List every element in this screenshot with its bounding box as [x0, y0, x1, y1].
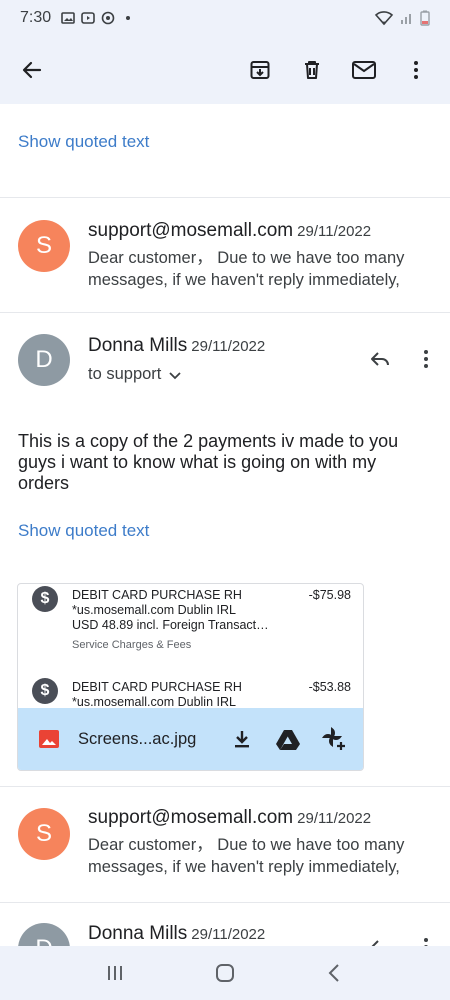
show-quoted-text-link[interactable]: Show quoted text — [18, 521, 149, 541]
message-snippet: Dear customer， Due to we have too many m… — [88, 836, 405, 876]
message-body: This is a copy of the 2 payments iv made… — [18, 431, 399, 493]
app-notification-icon — [101, 11, 115, 25]
mark-unread-icon — [352, 61, 376, 79]
message-expanded: D Donna Mills 29/11/2022 to support This … — [0, 313, 450, 783]
home-icon — [216, 964, 234, 982]
sender-name: support@mosemall.com — [88, 807, 294, 828]
sender-name: support@mosemall.com — [88, 220, 294, 241]
delete-button[interactable] — [294, 52, 330, 88]
archive-button[interactable] — [242, 52, 278, 88]
recents-icon — [108, 966, 122, 980]
nav-back-button[interactable] — [315, 953, 355, 993]
thread-content: Show quoted text S support@mosemall.com 2… — [0, 104, 450, 946]
signal-icon — [401, 14, 411, 24]
status-bar: 7:30 — [0, 0, 450, 36]
archive-icon — [250, 61, 270, 79]
message-date: 29/11/2022 — [297, 810, 372, 827]
reply-button[interactable] — [362, 929, 398, 946]
add-to-photos-button[interactable] — [315, 720, 353, 758]
recents-button[interactable] — [95, 953, 135, 993]
transaction-category: Service Charges & Fees — [72, 639, 192, 651]
more-vert-icon — [414, 61, 418, 79]
back-button[interactable] — [14, 52, 50, 88]
transaction-details: DEBIT CARD PURCHASE RH *us.mosemall.com … — [72, 588, 269, 653]
transaction-row: $ DEBIT CARD PURCHASE RH *us.mosemall.co… — [18, 586, 363, 651]
transaction-title: DEBIT CARD PURCHASE RH — [72, 680, 242, 694]
status-time: 7:30 — [20, 9, 52, 26]
back-arrow-icon — [22, 61, 42, 79]
attachment-bar: Screens...ac.jpg — [18, 708, 363, 770]
transaction-amount: -$75.98 — [308, 588, 351, 602]
attachment-filename: Screens...ac.jpg — [78, 729, 197, 748]
message-collapsed[interactable]: S support@mosemall.com 29/11/2022 Dear cu… — [0, 198, 450, 312]
home-button[interactable] — [205, 953, 245, 993]
dollar-icon: $ — [32, 586, 58, 612]
battery-icon — [420, 10, 430, 26]
sender-line: Donna Mills 29/11/2022 — [88, 923, 265, 945]
avatar: S — [18, 220, 70, 272]
dot-icon — [126, 16, 131, 20]
message-more-button[interactable] — [408, 929, 444, 946]
message-date: 29/11/2022 — [191, 926, 266, 943]
message-date: 29/11/2022 — [297, 223, 372, 240]
avatar: D — [18, 923, 70, 946]
more-vert-icon — [424, 938, 428, 946]
sender-name: Donna Mills — [88, 335, 188, 356]
download-button[interactable] — [223, 720, 261, 758]
recipient-toggle[interactable]: to support — [88, 365, 183, 384]
message-date: 29/11/2022 — [191, 338, 266, 355]
wifi-icon — [374, 11, 394, 26]
mark-unread-button[interactable] — [346, 52, 382, 88]
system-nav-bar — [0, 946, 450, 1000]
transaction-amount: -$53.88 — [308, 680, 351, 694]
reply-button[interactable] — [362, 341, 398, 377]
transaction-note: USD 48.89 incl. Foreign Transact… — [72, 618, 269, 632]
sender-name: Donna Mills — [88, 923, 188, 944]
message-more-button[interactable] — [408, 341, 444, 377]
attachment-preview[interactable]: $ DEBIT CARD PURCHASE RH *us.mosemall.co… — [17, 583, 364, 771]
back-icon — [328, 964, 339, 982]
dollar-icon: $ — [32, 678, 58, 704]
drive-icon — [276, 730, 300, 750]
chevron-down-icon — [169, 371, 182, 379]
app-bar — [0, 36, 450, 104]
message-collapsed[interactable]: D Donna Mills29/11/2022 — [0, 903, 450, 946]
transaction-details: DEBIT CARD PURCHASE RH *us.mosemall.com … — [72, 680, 242, 710]
avatar: S — [18, 808, 70, 860]
reply-icon — [371, 352, 389, 366]
show-quoted-text-link[interactable]: Show quoted text — [18, 132, 149, 152]
sender-line: support@mosemall.com 29/11/2022 — [88, 807, 371, 829]
message-collapsed[interactable]: S support@mosemall.com 29/11/2022 Dear cu… — [0, 787, 450, 901]
save-to-drive-button[interactable] — [269, 720, 307, 758]
media-notification-icon — [81, 12, 95, 24]
more-vert-icon — [424, 350, 428, 368]
transaction-title: DEBIT CARD PURCHASE RH — [72, 588, 242, 602]
avatar: D — [18, 334, 70, 386]
delete-icon — [305, 61, 319, 79]
reply-icon — [371, 940, 379, 946]
recipient-label: to support — [88, 365, 162, 383]
message-snippet: Dear customer， Due to we have too many m… — [88, 249, 405, 289]
transaction-merchant: *us.mosemall.com Dublin IRL — [72, 603, 236, 617]
more-options-button[interactable] — [398, 52, 434, 88]
sender-line: Donna Mills 29/11/2022 — [88, 335, 265, 357]
photos-add-icon — [321, 726, 345, 750]
image-icon — [39, 730, 59, 748]
sender-line: support@mosemall.com 29/11/2022 — [88, 220, 371, 242]
download-icon — [235, 731, 249, 748]
gallery-notification-icon — [61, 12, 75, 24]
